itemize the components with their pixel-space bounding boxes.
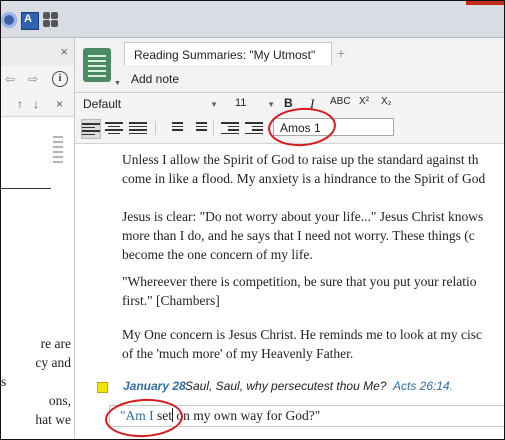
superscript-button[interactable]: X²	[359, 96, 369, 112]
paragraph: My One concern is Jesus Christ. He remin…	[122, 325, 504, 363]
tab-title: Reading Summaries: "My Utmost"	[134, 48, 316, 62]
left-text-line: re are	[40, 336, 71, 351]
paragraph-line: first." [Chambers]	[122, 293, 220, 308]
left-panel-tool-close-icon[interactable]: ×	[56, 97, 63, 111]
paragraph-line: Jesus is clear: "Do not worry about your…	[122, 209, 484, 224]
note-input[interactable]: "Am I set on my own way for God?"	[109, 405, 504, 427]
note-text-part: set	[153, 408, 173, 423]
tab-reading-summaries[interactable]: Reading Summaries: "My Utmost"	[124, 42, 332, 65]
app-window: × ⇦ ⇨ i ↑ ↓ × re are cy and s ons, hat w…	[0, 0, 505, 440]
splitter-grip-icon[interactable]	[53, 133, 63, 187]
entry-title: Saul, Saul, why persecutest thou Me?	[185, 379, 387, 393]
left-panel-text: re are cy and s ons, hat we	[1, 334, 71, 429]
app-circle-icon[interactable]	[1, 12, 17, 28]
scripture-reference-link[interactable]: Acts 26:14.	[393, 379, 453, 393]
left-text-line: ons,	[48, 393, 71, 408]
font-size-select[interactable]: 11 ▼	[235, 97, 275, 113]
entry-date-link[interactable]: January 28	[123, 379, 186, 393]
chevron-down-icon: ▼	[210, 100, 218, 109]
left-panel-divider	[1, 188, 51, 189]
italic-button[interactable]: I	[310, 96, 314, 112]
indent-icon[interactable]	[245, 119, 263, 137]
toolbar-separator	[213, 121, 214, 135]
bold-button[interactable]: B	[284, 96, 293, 112]
move-up-icon[interactable]: ↑	[17, 97, 23, 111]
document-body[interactable]: Unless I allow the Spirit of God to rais…	[75, 144, 504, 439]
window-accent-bar	[466, 1, 504, 5]
paragraph-line: more than I do, and he says that I need …	[122, 228, 475, 243]
note-text: "Am I set on my own way for God?"	[120, 408, 320, 424]
subscript-button[interactable]: X₂	[381, 96, 392, 112]
chevron-down-icon[interactable]: ▼	[114, 80, 121, 87]
add-note-button[interactable]: Add note	[131, 72, 179, 86]
left-text-line: s	[1, 374, 7, 389]
align-justify-icon[interactable]	[129, 119, 147, 137]
highlight-marker-icon[interactable]	[97, 382, 108, 393]
font-select-value: Default	[83, 97, 122, 111]
align-center-icon[interactable]	[105, 119, 123, 137]
back-arrow-icon[interactable]: ⇦	[5, 72, 15, 86]
paragraph-line: become the one concern of my life.	[122, 247, 313, 262]
font-select[interactable]: Default ▼	[83, 97, 218, 113]
toolbar-separator	[155, 121, 156, 135]
left-panel: × ⇦ ⇨ i ↑ ↓ × re are cy and s ons, hat w…	[1, 38, 75, 439]
forward-arrow-icon[interactable]: ⇨	[28, 72, 38, 86]
left-text-line: cy and	[35, 355, 71, 370]
paragraph-line: of the 'much more' of my Heavenly Father…	[122, 346, 354, 361]
notes-document-icon[interactable]	[83, 48, 111, 82]
document-header: ▼ Reading Summaries: "My Utmost" + Add n…	[75, 38, 504, 93]
numbered-list-icon[interactable]	[189, 119, 207, 137]
move-down-icon[interactable]: ↓	[33, 97, 39, 111]
paragraph-line: Unless I allow the Spirit of God to rais…	[122, 152, 479, 167]
left-panel-close-button[interactable]: ×	[60, 44, 68, 59]
paragraph-line: "Whereever there is competition, be sure…	[122, 274, 477, 289]
paragraph-line: My One concern is Jesus Christ. He remin…	[122, 327, 482, 342]
left-panel-tools: ↑ ↓ ×	[1, 94, 74, 117]
note-highlight: "Am I	[120, 408, 154, 423]
note-text-part: on my own way for God?"	[173, 408, 321, 423]
paragraph: Unless I allow the Spirit of God to rais…	[122, 150, 504, 188]
paragraph: Jesus is clear: "Do not worry about your…	[122, 207, 504, 264]
info-icon[interactable]: i	[52, 71, 68, 87]
outdent-icon[interactable]	[221, 119, 239, 137]
top-toolbar-strip	[1, 1, 504, 38]
word-style-icon[interactable]	[21, 12, 39, 30]
paragraph: "Whereever there is competition, be sure…	[122, 272, 504, 310]
left-panel-nav: ⇦ ⇨ i	[1, 66, 74, 95]
format-toolbar: Default ▼ 11 ▼ B I ABC X² X₂ Amos 1	[75, 93, 504, 144]
left-panel-tabbar: ×	[1, 38, 74, 67]
chevron-down-icon: ▼	[267, 100, 275, 109]
puzzle-icon[interactable]	[43, 12, 59, 28]
strikethrough-button[interactable]: ABC	[330, 96, 351, 112]
new-tab-button[interactable]: +	[337, 45, 345, 61]
align-left-icon[interactable]	[81, 119, 101, 139]
style-name-field[interactable]: Amos 1	[273, 118, 394, 136]
paragraph-line: come in like a flood. My anxiety is a hi…	[122, 171, 486, 186]
left-text-line: hat we	[35, 412, 71, 427]
font-size-value: 11	[235, 97, 247, 109]
bullet-list-icon[interactable]	[165, 119, 183, 137]
